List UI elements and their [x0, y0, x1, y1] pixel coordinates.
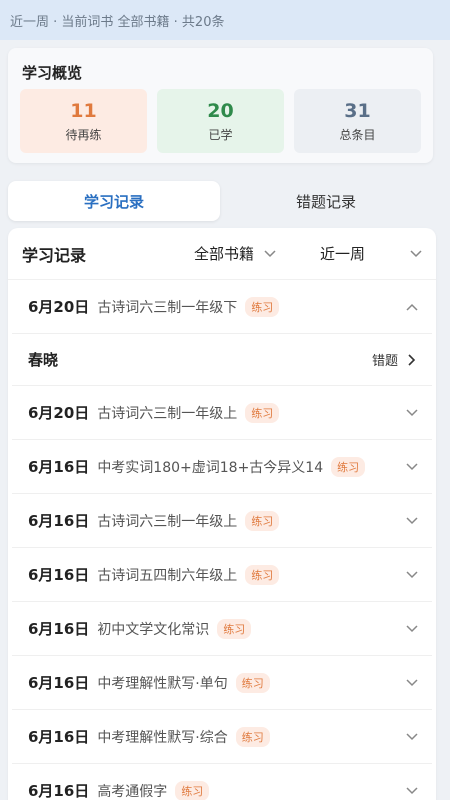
chevron-down-icon[interactable]	[406, 570, 418, 579]
tab-wrong-records[interactable]: 错题记录	[220, 181, 432, 221]
book-filter-label: 全部书籍	[194, 245, 255, 263]
record-tag: 练习	[235, 726, 270, 747]
record-tag: 练习	[245, 564, 280, 585]
records-panel: 学习记录 全部书籍 近一周 6月20日 古诗词六三制一年级下 练习 春晓 错题 …	[8, 228, 436, 800]
record-title: 初中文学文化常识	[97, 621, 210, 638]
stat-value: 20	[207, 99, 234, 122]
record-row[interactable]: 6月16日 高考通假字 练习	[12, 764, 432, 800]
period-filter-dropdown[interactable]: 近一周	[312, 243, 422, 264]
overview-title: 学习概览	[22, 64, 83, 82]
period-filter-label: 近一周	[320, 245, 366, 263]
chevron-right-icon[interactable]	[408, 353, 416, 366]
stat-label: 待再练	[65, 127, 102, 142]
chevron-down-icon[interactable]	[406, 732, 418, 741]
record-title: 古诗词五四制六年级上	[97, 567, 238, 584]
record-tag: 练习	[235, 672, 270, 693]
chevron-down-icon[interactable]	[406, 408, 418, 417]
stat-value: 31	[344, 99, 371, 122]
wrong-answers-link[interactable]: 错题	[372, 350, 398, 369]
stat-learned[interactable]: 20 已学	[157, 89, 284, 153]
record-tag: 练习	[245, 510, 280, 531]
record-title: 中考实词180+虚词18+古今异义14	[97, 459, 324, 476]
chevron-down-icon[interactable]	[406, 678, 418, 687]
record-date: 6月20日	[28, 404, 90, 422]
record-date: 6月16日	[28, 620, 90, 638]
stats-row: 11 待再练 20 已学 31 总条目	[20, 89, 421, 153]
record-title: 中考理解性默写·综合	[97, 729, 228, 746]
summary-banner: 近一周 · 当前词书 全部书籍 · 共20条	[0, 0, 450, 40]
record-detail: 春晓 错题	[12, 334, 432, 386]
record-row[interactable]: 6月16日 中考理解性默写·综合 练习	[12, 710, 432, 764]
stat-value: 11	[70, 99, 97, 122]
record-row[interactable]: 6月16日 古诗词五四制六年级上 练习	[12, 548, 432, 602]
record-tag: 练习	[217, 618, 252, 639]
chevron-down-icon	[264, 249, 276, 258]
record-date: 6月20日	[28, 298, 90, 316]
record-row[interactable]: 6月20日 古诗词六三制一年级上 练习	[12, 386, 432, 440]
record-row[interactable]: 6月16日 中考实词180+虚词18+古今异义14 练习	[12, 440, 432, 494]
record-row[interactable]: 6月16日 初中文学文化常识 练习	[12, 602, 432, 656]
record-title: 古诗词六三制一年级上	[97, 513, 238, 530]
record-tag: 练习	[245, 296, 280, 317]
chevron-down-icon	[410, 249, 422, 258]
record-date: 6月16日	[28, 458, 90, 476]
record-date: 6月16日	[28, 728, 90, 746]
record-title: 古诗词六三制一年级下	[97, 299, 238, 316]
summary-text: 近一周 · 当前词书 全部书籍 · 共20条	[10, 14, 225, 30]
chevron-down-icon[interactable]	[406, 462, 418, 471]
overview-card: 学习概览 11 待再练 20 已学 31 总条目	[8, 48, 433, 163]
records-title: 学习记录	[22, 245, 87, 265]
record-row[interactable]: 6月16日 古诗词六三制一年级上 练习	[12, 494, 432, 548]
record-tag: 练习	[245, 402, 280, 423]
stat-label: 已学	[208, 127, 233, 142]
record-title: 古诗词六三制一年级上	[97, 405, 238, 422]
record-row-expanded[interactable]: 6月20日 古诗词六三制一年级下 练习	[12, 280, 432, 334]
record-title: 高考通假字	[97, 783, 168, 800]
record-row[interactable]: 6月16日 中考理解性默写·单句 练习	[12, 656, 432, 710]
book-filter-dropdown[interactable]: 全部书籍	[194, 243, 304, 264]
chevron-up-icon[interactable]	[406, 303, 418, 311]
record-date: 6月16日	[28, 512, 90, 530]
chevron-down-icon[interactable]	[406, 624, 418, 633]
stat-pending-practice[interactable]: 11 待再练	[20, 89, 147, 153]
chevron-down-icon[interactable]	[406, 786, 418, 795]
chevron-down-icon[interactable]	[406, 516, 418, 525]
tab-study-records[interactable]: 学习记录	[8, 181, 220, 221]
record-date: 6月16日	[28, 674, 90, 692]
record-date: 6月16日	[28, 782, 90, 800]
record-title: 中考理解性默写·单句	[97, 675, 228, 692]
records-header: 学习记录 全部书籍 近一周	[8, 228, 436, 280]
stat-label: 总条目	[339, 127, 376, 142]
tab-bar: 学习记录 错题记录	[8, 178, 433, 224]
poem-title: 春晓	[28, 351, 59, 369]
record-tag: 练习	[175, 780, 210, 800]
record-tag: 练习	[331, 456, 366, 477]
record-date: 6月16日	[28, 566, 90, 584]
stat-total[interactable]: 31 总条目	[294, 89, 421, 153]
